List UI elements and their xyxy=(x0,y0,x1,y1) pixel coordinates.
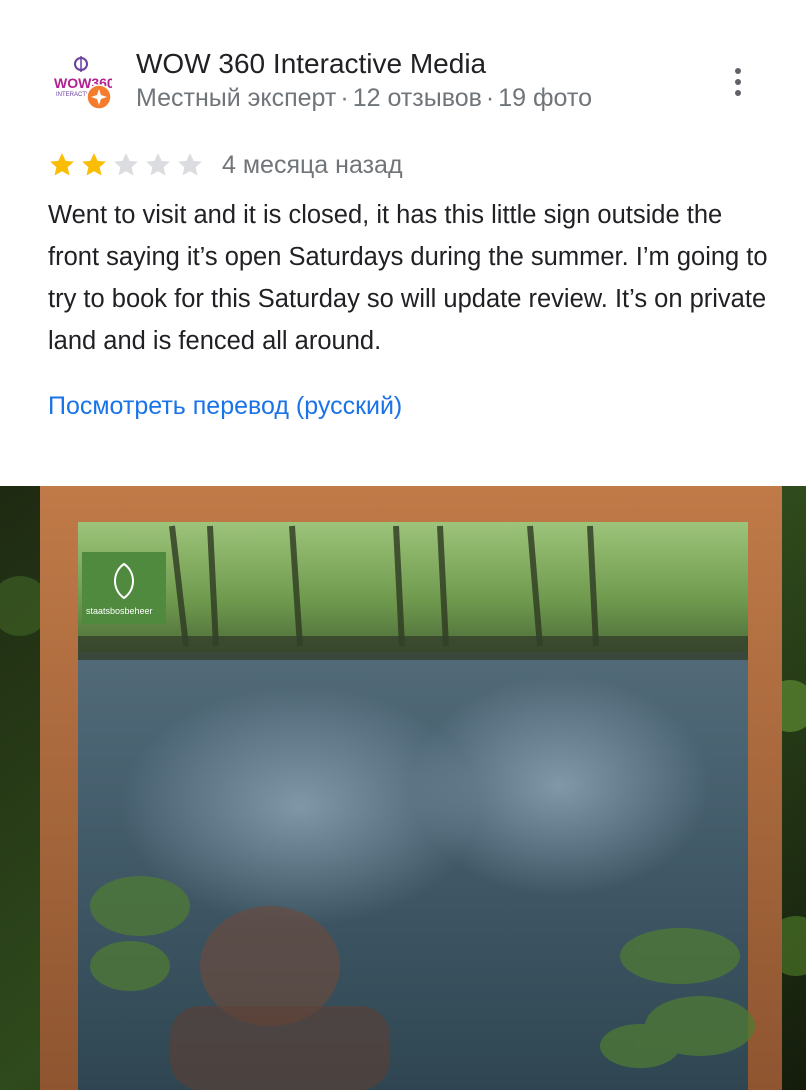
review-photo[interactable]: staatsbosbeheer xyxy=(0,486,806,1090)
review-card: WOW360 INTERACTIVE WOW 360 Interactive M… xyxy=(0,0,806,1090)
author-meta: Местный эксперт · 12 отзывов · 19 фото xyxy=(136,84,592,113)
star-rating xyxy=(46,150,206,180)
author-review-count: 12 отзывов xyxy=(352,84,482,112)
author-photo-count: 19 фото xyxy=(498,84,592,112)
author-level: Местный эксперт xyxy=(136,84,337,112)
more-vert-icon-dot xyxy=(735,68,741,74)
review-text: Went to visit and it is closed, it has t… xyxy=(48,201,768,355)
star-empty-icon xyxy=(114,153,138,176)
meta-separator: · xyxy=(340,84,349,112)
local-guide-badge-icon xyxy=(86,84,112,110)
author-name[interactable]: WOW 360 Interactive Media xyxy=(136,48,486,80)
star-empty-icon xyxy=(178,153,202,176)
meta-separator: · xyxy=(485,84,495,112)
review-time: 4 месяца назад xyxy=(222,150,403,179)
translate-link[interactable]: Посмотреть перевод (русский) xyxy=(48,392,402,421)
more-options-button[interactable] xyxy=(722,62,754,102)
review-header: WOW360 INTERACTIVE WOW 360 Interactive M… xyxy=(0,0,806,140)
sign-logo-text: staatsbosbeheer xyxy=(86,606,153,616)
more-vert-icon-dot xyxy=(735,90,741,96)
rating-row: 4 месяца назад xyxy=(46,148,403,182)
more-vert-icon-dot xyxy=(735,79,741,85)
review-photo-image: staatsbosbeheer xyxy=(0,486,806,1090)
star-filled-icon xyxy=(82,153,106,176)
star-filled-icon xyxy=(50,153,74,176)
star-empty-icon xyxy=(146,153,170,176)
